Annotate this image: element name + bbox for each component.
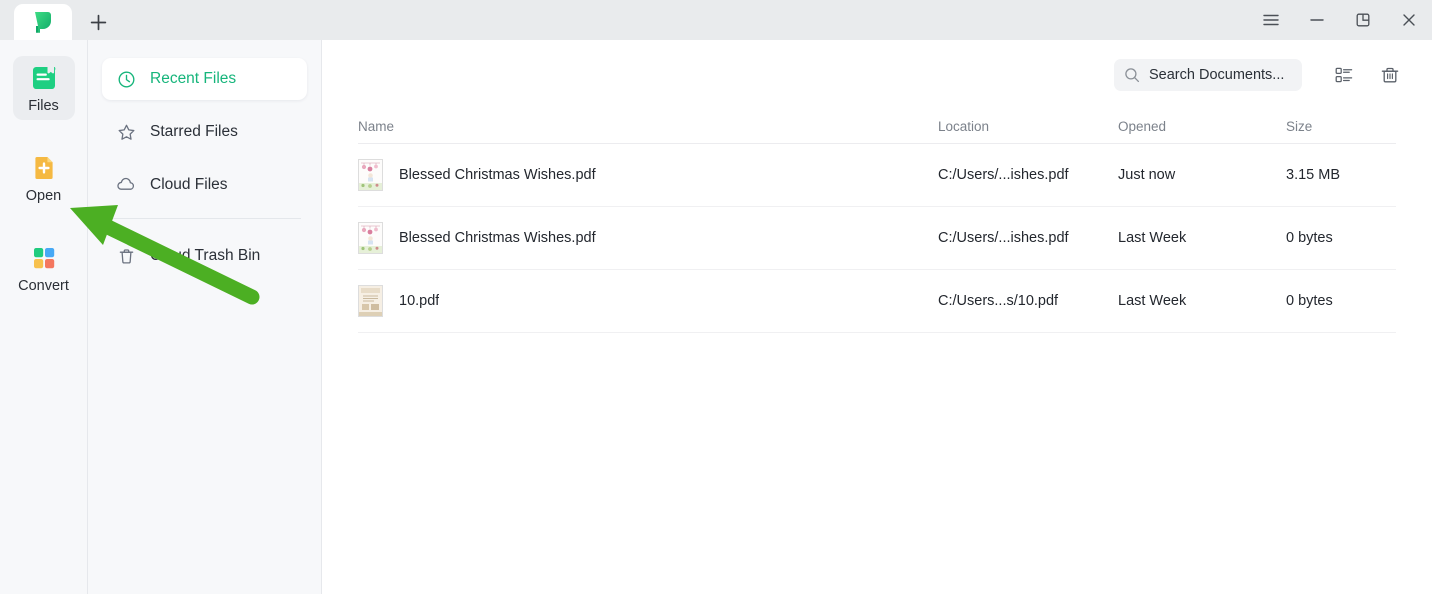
file-name-cell: 10.pdf <box>358 285 938 317</box>
column-header-opened[interactable]: Opened <box>1118 119 1286 134</box>
sidebar-item-files[interactable]: Files <box>13 56 75 120</box>
nav-item-starred-files[interactable]: Starred Files <box>102 111 307 153</box>
restore-window-icon <box>1353 10 1373 30</box>
sidebar-item-open[interactable]: Open <box>13 146 75 210</box>
file-location-cell: C:/Users...s/10.pdf <box>938 293 1118 309</box>
list-view-button[interactable] <box>1324 55 1364 95</box>
file-opened-cell: Last Week <box>1118 230 1286 246</box>
clock-icon <box>116 69 136 89</box>
sidebar-item-convert[interactable]: Convert <box>13 236 75 300</box>
left-rail: Files Open Convert <box>0 40 88 594</box>
search-text: Search Documents... <box>1149 67 1284 83</box>
files-icon <box>29 63 59 93</box>
nav-item-label: Starred Files <box>150 123 238 141</box>
sidebar-item-label: Open <box>26 189 61 204</box>
file-size-cell: 3.15 MB <box>1286 167 1396 183</box>
menu-button[interactable] <box>1248 0 1294 40</box>
cloud-icon <box>116 175 136 195</box>
close-button[interactable] <box>1386 0 1432 40</box>
nav-item-label: Recent Files <box>150 70 236 88</box>
new-tab-button[interactable] <box>78 4 118 40</box>
file-name-text: Blessed Christmas Wishes.pdf <box>399 230 596 246</box>
file-table: Name Location Opened Size <box>322 110 1432 333</box>
nav-item-label: Cloud Files <box>150 176 228 194</box>
main-content: Search Documents... <box>322 40 1432 594</box>
search-input[interactable]: Search Documents... <box>1114 59 1302 91</box>
christmas-pdf-thumbnail-icon <box>358 159 383 191</box>
file-location-cell: C:/Users/...ishes.pdf <box>938 230 1118 246</box>
file-name-text: 10.pdf <box>399 293 439 309</box>
nav-item-cloud-files[interactable]: Cloud Files <box>102 164 307 206</box>
list-view-icon <box>1333 64 1355 86</box>
minimize-button[interactable] <box>1294 0 1340 40</box>
column-header-name[interactable]: Name <box>358 119 938 134</box>
star-icon <box>116 122 136 142</box>
nav-item-cloud-trash-bin[interactable]: Cloud Trash Bin <box>102 235 307 277</box>
trash-icon <box>116 246 136 266</box>
table-row[interactable]: Blessed Christmas Wishes.pdf C:/Users/..… <box>358 207 1396 270</box>
app-window: Files Open Convert <box>0 0 1432 594</box>
sidebar-item-label: Files <box>28 99 59 114</box>
search-icon <box>1124 67 1140 83</box>
file-name-cell: Blessed Christmas Wishes.pdf <box>358 159 938 191</box>
table-row[interactable]: Blessed Christmas Wishes.pdf C:/Users/..… <box>358 144 1396 207</box>
open-file-icon <box>29 153 59 183</box>
christmas-pdf-thumbnail-icon <box>358 222 383 254</box>
file-name-cell: Blessed Christmas Wishes.pdf <box>358 222 938 254</box>
window-body: Files Open Convert <box>0 40 1432 594</box>
table-header: Name Location Opened Size <box>358 110 1396 144</box>
file-name-text: Blessed Christmas Wishes.pdf <box>399 167 596 183</box>
plus-icon <box>89 13 108 32</box>
file-opened-cell: Just now <box>1118 167 1286 183</box>
minimize-icon <box>1307 10 1327 30</box>
window-controls <box>1248 0 1432 40</box>
tab-active[interactable] <box>14 4 72 40</box>
delete-button[interactable] <box>1370 55 1410 95</box>
hamburger-menu-icon <box>1261 10 1281 30</box>
sidebar-item-label: Convert <box>18 279 69 294</box>
tab-strip <box>0 0 118 40</box>
file-location-cell: C:/Users/...ishes.pdf <box>938 167 1118 183</box>
column-header-size[interactable]: Size <box>1286 119 1396 134</box>
nav-item-label: Cloud Trash Bin <box>150 247 260 265</box>
table-row[interactable]: 10.pdf C:/Users...s/10.pdf Last Week 0 b… <box>358 270 1396 333</box>
beige-pdf-thumbnail-icon <box>358 285 383 317</box>
trash-can-icon <box>1379 64 1401 86</box>
nav-item-recent-files[interactable]: Recent Files <box>102 58 307 100</box>
restore-button[interactable] <box>1340 0 1386 40</box>
title-bar <box>0 0 1432 40</box>
file-size-cell: 0 bytes <box>1286 293 1396 309</box>
column-header-location[interactable]: Location <box>938 119 1118 134</box>
file-opened-cell: Last Week <box>1118 293 1286 309</box>
app-logo-icon <box>30 9 56 35</box>
convert-icon <box>29 243 59 273</box>
content-toolbar: Search Documents... <box>322 40 1432 110</box>
file-size-cell: 0 bytes <box>1286 230 1396 246</box>
close-icon <box>1399 10 1419 30</box>
nav-divider <box>108 218 301 219</box>
nav-panel: Recent Files Starred Files Cloud Files <box>88 40 322 594</box>
